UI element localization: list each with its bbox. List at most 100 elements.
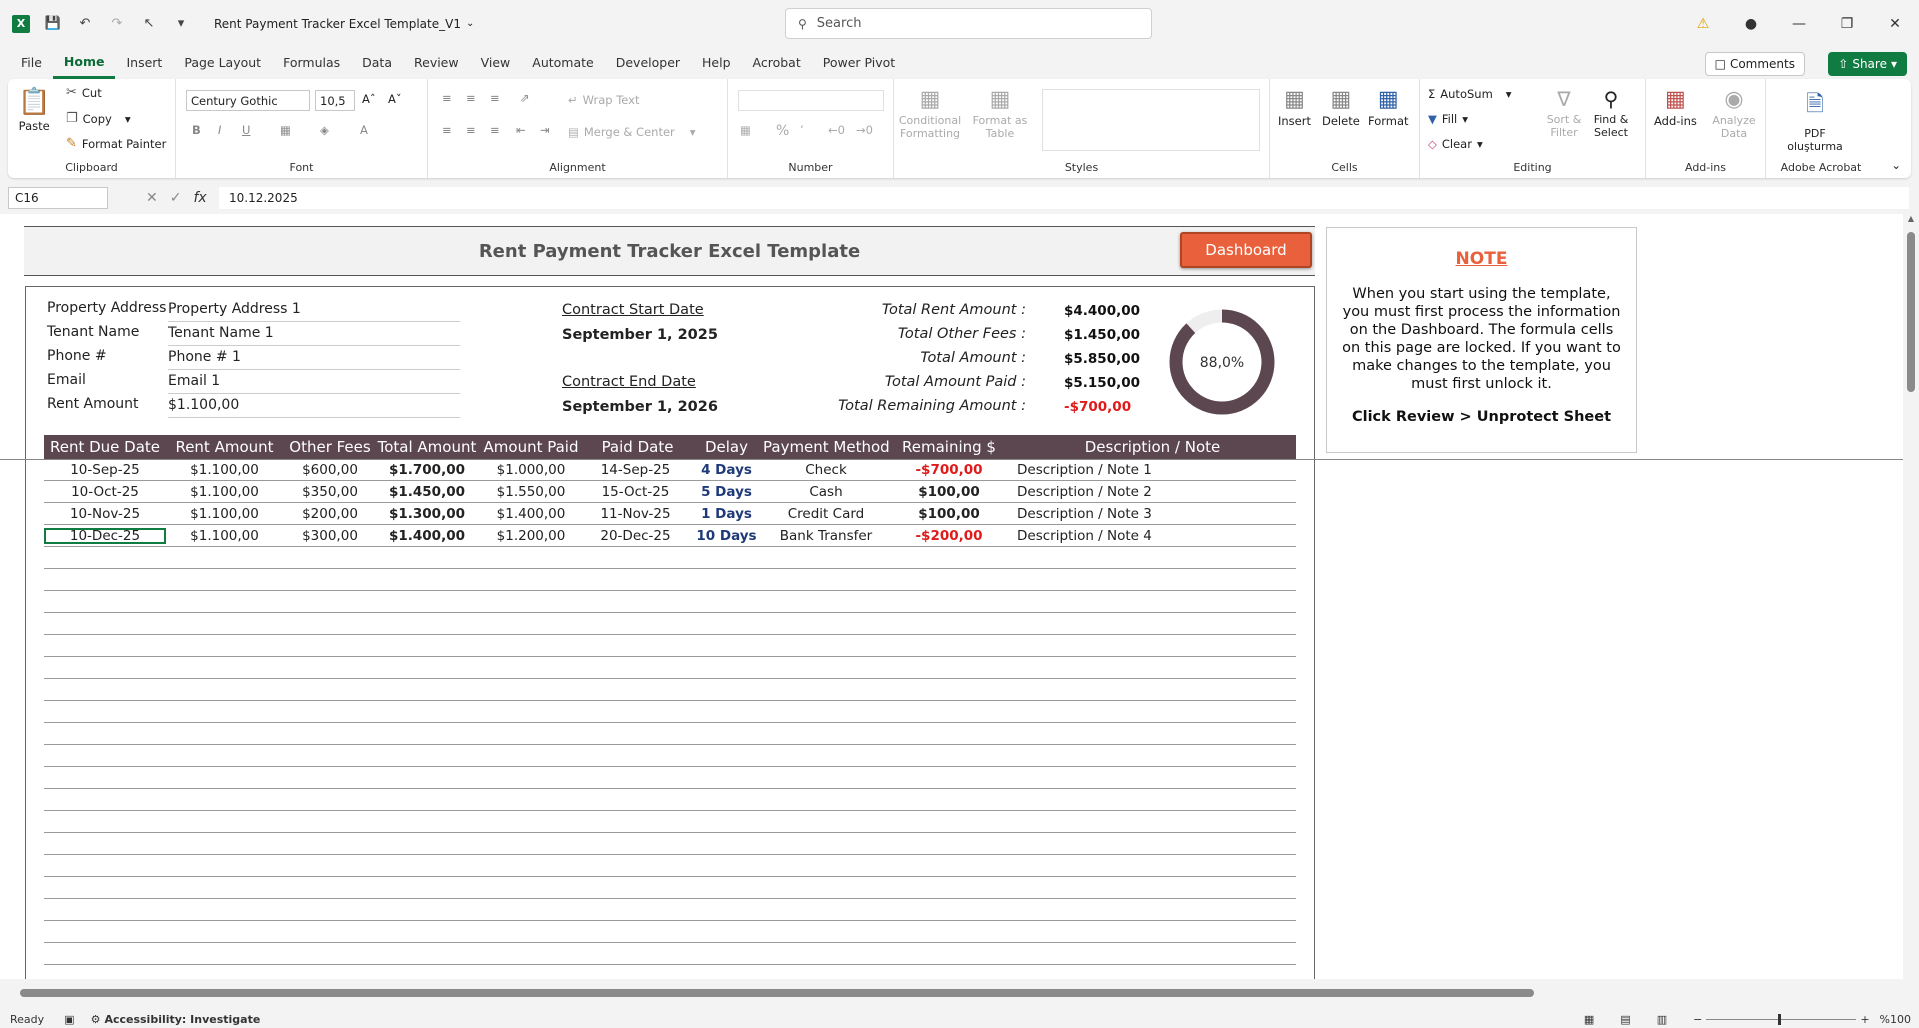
comma-icon[interactable]: ’	[800, 123, 804, 137]
menu-data[interactable]: Data	[351, 47, 403, 79]
increase-decimal-icon[interactable]: ←0	[828, 123, 845, 137]
accessibility-status[interactable]: Accessibility: Investigate	[104, 1013, 260, 1026]
zoom-slider[interactable]	[1706, 1014, 1857, 1025]
cancel-icon[interactable]: ✕	[146, 190, 158, 206]
empty-row[interactable]	[44, 943, 1296, 965]
info-value[interactable]: $1.100,00	[168, 394, 460, 418]
find-select-button[interactable]: ⚲ Find & Select	[1588, 87, 1634, 139]
table-cell[interactable]: Description / Note 1	[1009, 462, 1296, 478]
analyze-data-button[interactable]: ◉ Analyze Data	[1712, 87, 1756, 140]
table-cell[interactable]: Bank Transfer	[763, 528, 889, 544]
empty-row[interactable]	[44, 547, 1296, 569]
customize-qat-icon[interactable]: ▾	[170, 13, 192, 35]
sort-filter-button[interactable]: ∇ Sort & Filter	[1544, 87, 1584, 139]
worksheet[interactable]: Rent Payment Tracker Excel Template Dash…	[0, 214, 1903, 979]
table-cell[interactable]: $1.000,00	[477, 462, 585, 478]
document-title[interactable]: Rent Payment Tracker Excel Template_V1	[214, 17, 461, 31]
comments-button[interactable]: □ Comments	[1704, 52, 1805, 76]
table-cell[interactable]: $1.300,00	[377, 506, 477, 522]
menu-formulas[interactable]: Formulas	[272, 47, 351, 79]
create-pdf-button[interactable]: 🗎 PDF oluşturma	[1780, 87, 1850, 153]
redo-icon[interactable]: ↷	[106, 13, 128, 35]
table-cell[interactable]: $1.100,00	[166, 506, 283, 522]
vertical-scrollbar[interactable]: ▲	[1903, 214, 1919, 979]
table-cell[interactable]: $1.400,00	[377, 528, 477, 544]
table-cell[interactable]: 1 Days	[690, 506, 763, 522]
normal-view-icon[interactable]: ▦	[1584, 1013, 1594, 1026]
increase-indent-icon[interactable]: ⇥	[540, 123, 550, 137]
menu-help[interactable]: Help	[691, 47, 742, 79]
menu-home[interactable]: Home	[52, 47, 116, 79]
autosum-button[interactable]: Σ AutoSum ▾	[1428, 87, 1512, 101]
empty-row[interactable]	[44, 569, 1296, 591]
empty-row[interactable]	[44, 635, 1296, 657]
macro-record-icon[interactable]: ▣	[64, 1013, 74, 1026]
cell-styles-gallery[interactable]	[1042, 89, 1260, 151]
empty-row[interactable]	[44, 591, 1296, 613]
empty-row[interactable]	[44, 833, 1296, 855]
dashboard-button[interactable]: Dashboard	[1180, 232, 1312, 268]
table-cell[interactable]: $1.200,00	[477, 528, 585, 544]
page-layout-view-icon[interactable]: ▤	[1620, 1013, 1630, 1026]
align-middle-icon[interactable]: ≡	[466, 91, 476, 105]
number-format-select[interactable]	[738, 90, 884, 111]
enter-icon[interactable]: ✓	[170, 190, 182, 206]
accessibility-icon[interactable]: ⚙	[91, 1013, 101, 1026]
bold-button[interactable]: B	[192, 123, 201, 137]
empty-row[interactable]	[44, 701, 1296, 723]
increase-font-icon[interactable]: Aˆ	[362, 92, 376, 106]
table-cell[interactable]: $1.100,00	[166, 484, 283, 500]
table-cell[interactable]: $1.450,00	[377, 484, 477, 500]
close-button[interactable]: ✕	[1871, 16, 1919, 32]
empty-row[interactable]	[44, 855, 1296, 877]
font-family-select[interactable]: Century Gothic	[186, 90, 310, 111]
table-cell[interactable]: $1.400,00	[477, 506, 585, 522]
insert-cells-button[interactable]: ▦ Insert	[1278, 87, 1311, 128]
decrease-decimal-icon[interactable]: →0	[856, 123, 873, 137]
page-break-view-icon[interactable]: ▥	[1657, 1013, 1667, 1026]
menu-power-pivot[interactable]: Power Pivot	[812, 47, 906, 79]
menu-automate[interactable]: Automate	[521, 47, 604, 79]
currency-icon[interactable]: ▦	[740, 123, 751, 137]
scroll-up-icon[interactable]: ▲	[1903, 214, 1919, 223]
align-center-icon[interactable]: ≡	[466, 123, 476, 137]
info-value[interactable]: Email 1	[168, 370, 460, 394]
menu-review[interactable]: Review	[403, 47, 470, 79]
minimize-button[interactable]: —	[1775, 16, 1823, 32]
table-cell[interactable]: $600,00	[283, 462, 377, 478]
percent-icon[interactable]: %	[776, 123, 789, 139]
menu-acrobat[interactable]: Acrobat	[742, 47, 812, 79]
insert-function-icon[interactable]: fx	[193, 190, 206, 206]
table-cell[interactable]: 10-Sep-25	[44, 462, 166, 478]
search-input[interactable]: ⚲ Search	[785, 8, 1152, 39]
empty-row[interactable]	[44, 613, 1296, 635]
empty-row[interactable]	[44, 657, 1296, 679]
font-color-icon[interactable]: A	[360, 123, 368, 137]
table-cell[interactable]: 11-Nov-25	[585, 506, 690, 522]
horizontal-scroll-thumb[interactable]	[20, 989, 1534, 997]
decrease-font-icon[interactable]: Aˇ	[388, 92, 402, 106]
table-cell[interactable]: $100,00	[889, 484, 1009, 500]
empty-row[interactable]	[44, 899, 1296, 921]
table-cell[interactable]: $100,00	[889, 506, 1009, 522]
table-cell[interactable]: Description / Note 3	[1009, 506, 1296, 522]
table-cell[interactable]: Description / Note 4	[1009, 528, 1296, 544]
clear-button[interactable]: ◇ Clear ▾	[1428, 137, 1483, 151]
table-cell[interactable]: -$700,00	[889, 462, 1009, 478]
table-cell[interactable]: 10-Nov-25	[44, 506, 166, 522]
fill-color-icon[interactable]: ◈	[320, 123, 329, 137]
undo-icon[interactable]: ↶	[74, 13, 96, 35]
info-value[interactable]: Phone # 1	[168, 346, 460, 370]
formula-input[interactable]: 10.12.2025	[219, 187, 1909, 209]
chevron-down-icon[interactable]: ⌄	[466, 18, 474, 29]
table-cell[interactable]: $1.100,00	[166, 528, 283, 544]
addins-button[interactable]: ▦ Add-ins	[1654, 87, 1697, 128]
empty-row[interactable]	[44, 767, 1296, 789]
table-cell[interactable]: 5 Days	[690, 484, 763, 500]
empty-row[interactable]	[44, 745, 1296, 767]
empty-row[interactable]	[44, 723, 1296, 745]
align-left-icon[interactable]: ≡	[442, 123, 452, 137]
table-cell[interactable]: -$200,00	[889, 528, 1009, 544]
table-cell[interactable]: $1.550,00	[477, 484, 585, 500]
table-cell[interactable]: Description / Note 2	[1009, 484, 1296, 500]
